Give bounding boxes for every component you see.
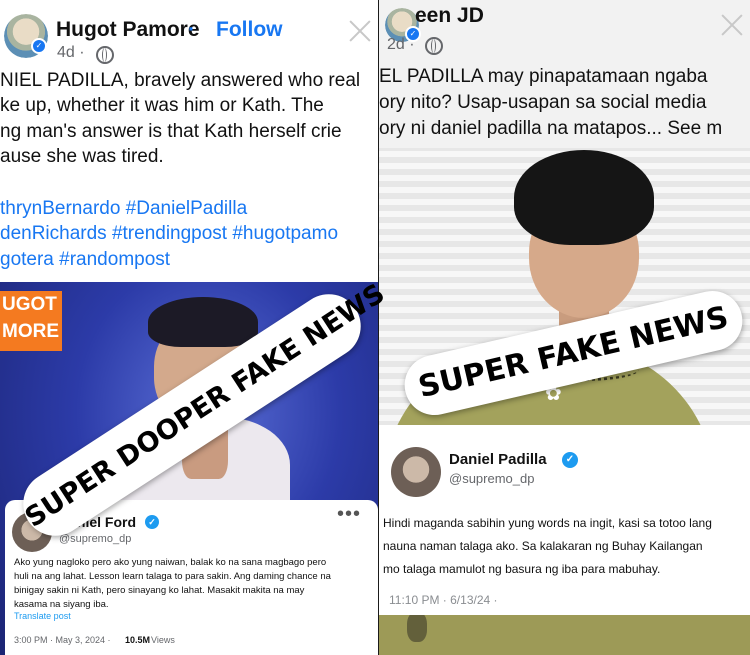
- tweet-body-line: binigay sakin ni Kath, pero sinayang ko …: [14, 585, 305, 596]
- tweet-handle: @supremo_dp: [59, 533, 132, 545]
- caption-line: EL PADILLA may pinapatamaan ngaba: [379, 66, 708, 87]
- tweet-body-line: Hindi maganda sabihin yung words na ingi…: [383, 516, 712, 530]
- close-icon[interactable]: [720, 13, 744, 37]
- more-icon[interactable]: •••: [337, 503, 361, 526]
- author-name[interactable]: een JD: [415, 4, 484, 28]
- tweet-handle: @supremo_dp: [449, 471, 535, 486]
- tweet-name: Daniel Padilla: [449, 451, 547, 468]
- globe-icon: [425, 37, 443, 55]
- tweet-body-line: huli na ang lahat. Lesson learn talaga t…: [14, 571, 331, 582]
- tweet-views-count: 10.5M: [125, 635, 151, 645]
- close-icon[interactable]: [348, 19, 372, 43]
- logo-line: UGOT: [2, 294, 57, 315]
- tweet-body-line: mo talaga mamulot ng basura ng iba para …: [383, 562, 661, 576]
- tattoo-graphic: [407, 612, 427, 642]
- tweet-time: 11:10 PM · 6/13/24 ·: [389, 593, 498, 607]
- globe-icon: [96, 46, 114, 64]
- logo-line: MORE: [2, 321, 59, 342]
- follow-button[interactable]: Follow: [216, 18, 283, 42]
- tweet-body-line: Ako yung nagloko pero ako yung naiwan, b…: [14, 557, 327, 568]
- caption-line: ng man's answer is that Kath herself cri…: [0, 121, 342, 142]
- right-post-header: ✓ een JD 2d ·: [379, 0, 750, 60]
- hashtag-line[interactable]: denRichards #trendingpost #hugotpamo: [0, 223, 338, 245]
- caption-line: ory nito? Usap-usapan sa social media: [379, 92, 707, 113]
- caption-line[interactable]: ory ni daniel padilla na matapos... See …: [379, 118, 722, 140]
- caption-line: NIEL PADILLA, bravely answered who real: [0, 70, 361, 91]
- left-post-header: ✓ Hugot Pamore · Follow 4d ·: [0, 0, 378, 64]
- author-name[interactable]: Hugot Pamore: [56, 18, 200, 42]
- verified-check-icon: ✓: [562, 452, 578, 468]
- tweet-body-line: nauna naman talaga ako. Sa kalakaran ng …: [383, 539, 703, 553]
- caption-line: ke up, whether it was him or Kath. The: [0, 95, 324, 116]
- caption-line: ause she was tired.: [0, 146, 164, 167]
- hashtag-line[interactable]: gotera #randompost: [0, 249, 170, 271]
- tweet-card: Daniel Padilla ✓ @supremo_dp Hindi magan…: [379, 425, 750, 615]
- tweet-avatar: [391, 447, 441, 497]
- dot-separator: ·: [188, 18, 195, 41]
- tweet-views-label: Views: [151, 635, 175, 645]
- tweet-body-line: kasama na siyang iba.: [14, 599, 109, 610]
- hugot-logo: UGOT MORE: [0, 291, 62, 351]
- post-time[interactable]: 2d ·: [387, 36, 415, 54]
- hashtag-line[interactable]: thrynBernardo #DanielPadilla: [0, 198, 247, 220]
- translate-link[interactable]: Translate post: [14, 611, 71, 621]
- verified-badge-icon: ✓: [31, 38, 47, 54]
- post-time[interactable]: 4d ·: [57, 44, 85, 62]
- verified-check-icon: ✓: [145, 515, 159, 529]
- tweet-time: 3:00 PM · May 3, 2024 ·: [14, 635, 111, 645]
